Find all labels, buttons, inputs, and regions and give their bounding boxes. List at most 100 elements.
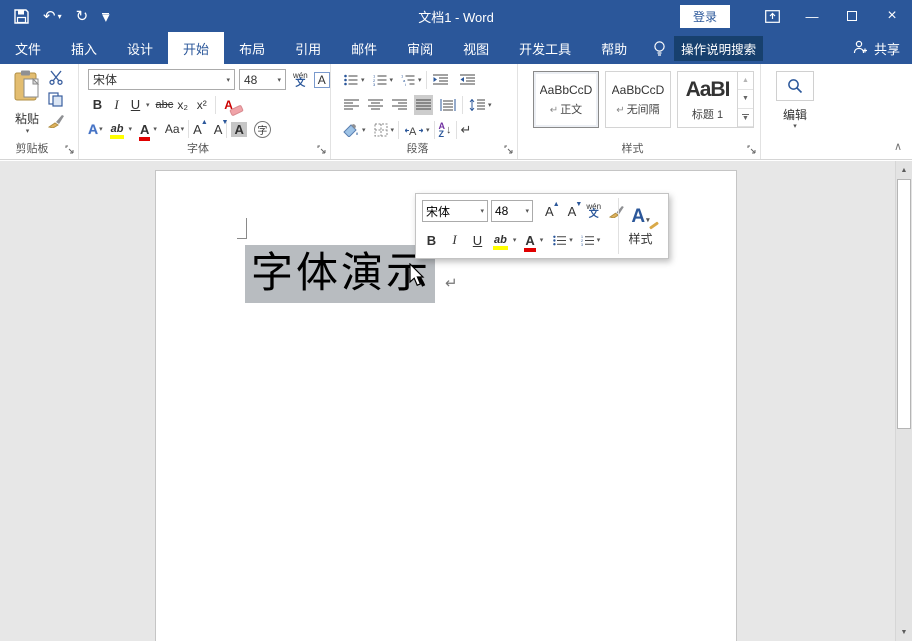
line-spacing-icon[interactable] <box>467 95 487 115</box>
selected-text[interactable]: 字体演示 <box>245 245 435 303</box>
mini-bullets-icon[interactable] <box>551 230 568 250</box>
share-button[interactable]: 共享 <box>853 32 900 64</box>
editing-dropdown-icon[interactable]: ▾ <box>762 122 828 130</box>
tab-view[interactable]: 视图 <box>448 32 504 64</box>
text-effects-dropdown-icon[interactable]: ▾ <box>99 125 103 133</box>
highlight-dropdown-icon[interactable]: ▾ <box>128 125 132 133</box>
mini-bold-button[interactable]: B <box>422 231 441 250</box>
change-case-button[interactable]: Aa <box>165 122 180 136</box>
mini-numbering-icon[interactable]: 123 <box>579 230 596 250</box>
clear-formatting-icon[interactable]: A <box>224 98 233 112</box>
minimize-button[interactable]: — <box>792 0 832 32</box>
borders-dropdown-icon[interactable]: ▾ <box>391 126 395 134</box>
show-hide-marks-icon[interactable]: ↵ <box>461 122 472 138</box>
save-icon[interactable] <box>14 9 29 24</box>
style-normal[interactable]: AaBbCcD ↵正文 <box>533 71 599 128</box>
character-border-icon[interactable]: A <box>314 72 330 88</box>
mini-font-name-combo[interactable]: 宋体▾ <box>422 200 488 222</box>
clipboard-dialog-launcher-icon[interactable] <box>65 145 75 155</box>
multilevel-dropdown-icon[interactable]: ▾ <box>418 76 422 84</box>
redo-icon[interactable]: ↻ <box>76 7 89 25</box>
format-painter-icon[interactable] <box>48 114 64 128</box>
style-no-spacing[interactable]: AaBbCcD ↵无间隔 <box>605 71 671 128</box>
text-effects-icon[interactable]: A <box>88 121 98 137</box>
maximize-button[interactable] <box>832 0 872 32</box>
asian-layout-dropdown-icon[interactable]: ▾ <box>426 126 430 134</box>
align-center-icon[interactable] <box>366 95 385 115</box>
justify-icon[interactable] <box>414 95 433 115</box>
shading-icon[interactable] <box>340 120 361 140</box>
font-dialog-launcher-icon[interactable] <box>317 145 327 155</box>
tab-references[interactable]: 引用 <box>280 32 336 64</box>
italic-button[interactable]: I <box>107 95 126 114</box>
mini-font-size-combo[interactable]: 48▾ <box>491 200 533 222</box>
mini-font-color-dropdown-icon[interactable]: ▾ <box>540 236 544 244</box>
shrink-font-button[interactable]: A▼ <box>214 122 223 137</box>
tab-layout[interactable]: 布局 <box>224 32 280 64</box>
character-shading-icon[interactable]: A <box>231 122 246 137</box>
phonetic-guide-icon[interactable]: wén 文 <box>293 72 308 88</box>
shading-dropdown-icon[interactable]: ▾ <box>362 126 366 134</box>
mini-underline-button[interactable]: U <box>468 231 487 250</box>
document-area[interactable]: 字体演示 ↵ 宋体▾ 48▾ A▲ A▼ wén文 B <box>0 161 912 641</box>
mini-numbering-dropdown-icon[interactable]: ▾ <box>597 236 601 244</box>
undo-dropdown-icon[interactable]: ▾ <box>58 12 62 21</box>
change-case-dropdown-icon[interactable]: ▾ <box>181 125 185 133</box>
ribbon-display-options-icon[interactable] <box>752 0 792 32</box>
numbering-dropdown-icon[interactable]: ▾ <box>390 76 394 84</box>
mini-highlight-icon[interactable]: ab <box>494 234 507 246</box>
paste-button[interactable]: 粘贴 ▾ <box>8 69 46 143</box>
find-button[interactable] <box>776 71 814 101</box>
mini-italic-button[interactable]: I <box>445 231 464 250</box>
underline-dropdown-icon[interactable]: ▾ <box>146 101 150 109</box>
bold-button[interactable]: B <box>88 95 107 114</box>
tell-me-search[interactable]: 操作说明搜索 <box>674 36 763 61</box>
tab-insert[interactable]: 插入 <box>56 32 112 64</box>
font-size-combo[interactable]: 48▾ <box>239 69 286 90</box>
tab-developer[interactable]: 开发工具 <box>504 32 586 64</box>
font-name-combo[interactable]: 宋体▾ <box>88 69 235 90</box>
mini-font-color-icon[interactable]: A <box>525 233 534 248</box>
bullets-icon[interactable] <box>342 70 360 90</box>
styles-scroll-down-icon[interactable]: ▼ <box>738 90 753 108</box>
cut-icon[interactable] <box>48 70 64 85</box>
mini-styles-button[interactable]: A▾ 样式 <box>618 198 662 254</box>
tab-mailings[interactable]: 邮件 <box>336 32 392 64</box>
mini-shrink-font-icon[interactable]: A▼ <box>568 204 577 219</box>
line-spacing-dropdown-icon[interactable]: ▾ <box>488 101 492 109</box>
multilevel-list-icon[interactable]: 1ai <box>399 70 417 90</box>
numbering-icon[interactable]: 123 <box>371 70 389 90</box>
increase-indent-icon[interactable] <box>458 70 477 90</box>
font-color-icon[interactable]: A <box>140 122 149 137</box>
vertical-scrollbar[interactable]: ▲ ▼ <box>895 161 912 641</box>
styles-dialog-launcher-icon[interactable] <box>747 145 757 155</box>
styles-scroll-up-icon[interactable]: ▲ <box>738 72 753 90</box>
tab-home[interactable]: 开始 <box>168 32 224 64</box>
underline-button[interactable]: U <box>126 95 145 114</box>
decrease-indent-icon[interactable] <box>431 70 450 90</box>
scrollbar-up-icon[interactable]: ▲ <box>896 163 912 177</box>
strikethrough-button[interactable]: abc <box>156 99 174 111</box>
mini-bullets-dropdown-icon[interactable]: ▾ <box>569 236 573 244</box>
editing-label[interactable]: 编辑 <box>762 106 828 123</box>
mini-grow-font-icon[interactable]: A▲ <box>545 204 554 219</box>
font-color-dropdown-icon[interactable]: ▾ <box>153 125 157 133</box>
tab-help[interactable]: 帮助 <box>586 32 642 64</box>
scrollbar-thumb[interactable] <box>897 179 911 429</box>
borders-icon[interactable] <box>372 120 390 140</box>
signin-button[interactable]: 登录 <box>680 5 730 28</box>
collapse-ribbon-icon[interactable]: ∧ <box>894 140 902 153</box>
tab-file[interactable]: 文件 <box>0 32 56 64</box>
tab-review[interactable]: 审阅 <box>392 32 448 64</box>
bullets-dropdown-icon[interactable]: ▾ <box>361 76 365 84</box>
tab-design[interactable]: 设计 <box>112 32 168 64</box>
customize-qat-icon[interactable]: ▾ <box>102 13 110 20</box>
copy-icon[interactable] <box>48 92 64 107</box>
undo-icon[interactable]: ↶▾ <box>43 7 62 25</box>
asian-layout-icon[interactable]: A <box>403 120 425 140</box>
sort-icon[interactable]: AZ ↓ <box>439 122 452 138</box>
highlight-color-icon[interactable]: ab <box>111 123 124 135</box>
subscript-button[interactable]: x₂ <box>173 95 192 114</box>
close-button[interactable]: × <box>872 0 912 32</box>
enclose-characters-icon[interactable]: 字 <box>254 121 271 138</box>
